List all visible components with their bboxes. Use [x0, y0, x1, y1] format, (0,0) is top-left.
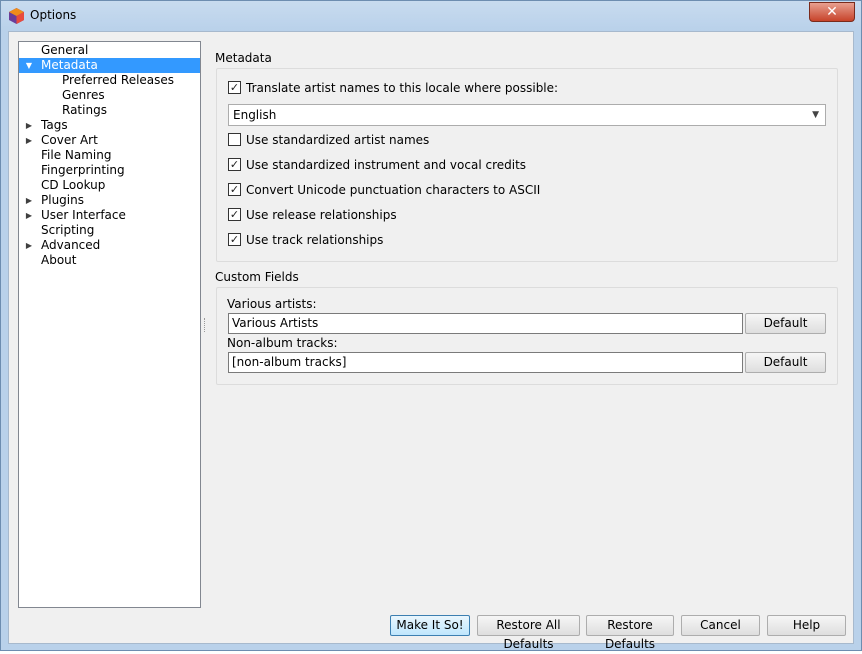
checkbox-box[interactable] — [228, 133, 241, 146]
non-album-tracks-value: [non-album tracks] — [232, 355, 347, 369]
sidebar-item-label: Scripting — [41, 223, 95, 237]
sidebar-item-general[interactable]: General — [39, 43, 90, 58]
expand-right-arrow-icon[interactable]: ▶ — [24, 133, 34, 148]
sidebar-item-label: Plugins — [41, 193, 84, 207]
checkmark-icon[interactable]: ✓ — [228, 208, 241, 221]
metadata-section-title: Metadata — [215, 51, 272, 65]
locale-select-value: English — [233, 108, 277, 122]
expand-right-arrow-icon[interactable]: ▶ — [24, 193, 34, 208]
checkmark-icon[interactable]: ✓ — [228, 183, 241, 196]
close-button[interactable]: ✕ — [809, 2, 855, 22]
sidebar-item-label: Metadata — [41, 58, 98, 72]
picard-app-icon — [9, 8, 24, 24]
various-artists-input[interactable]: Various Artists — [228, 313, 743, 334]
sidebar-item-label: About — [41, 253, 77, 267]
sidebar-item-label: File Naming — [41, 148, 112, 162]
sidebar-item-advanced[interactable]: Advanced — [39, 238, 102, 253]
sidebar-item-label: Advanced — [41, 238, 101, 252]
sidebar-item-label: User Interface — [41, 208, 126, 222]
expand-down-arrow-icon[interactable]: ▼ — [24, 58, 34, 73]
chevron-down-icon: ▼ — [812, 110, 819, 120]
option-label: Use release relationships — [246, 208, 397, 222]
sidebar-item-label: Preferred Releases — [62, 73, 175, 87]
locale-select[interactable]: English ▼ — [228, 104, 826, 126]
non-album-tracks-label: Non-album tracks: — [227, 336, 338, 350]
sidebar-item-preferred-releases[interactable]: Preferred Releases — [60, 73, 176, 88]
sidebar-item-user-interface[interactable]: User Interface — [39, 208, 128, 223]
title-bar[interactable]: Options ✕ — [1, 1, 861, 31]
custom-fields-section-title: Custom Fields — [215, 270, 299, 284]
options-tree[interactable]: General Metadata ▼ Preferred Releases Genres… — [18, 41, 201, 608]
sidebar-item-about[interactable]: About — [39, 253, 78, 268]
sidebar-item-label: Tags — [41, 118, 68, 132]
dialog-body: General Metadata ▼ Preferred Releases Genres… — [8, 31, 854, 651]
sidebar-item-label: CD Lookup — [41, 178, 106, 192]
option-label: Use track relationships — [246, 233, 384, 247]
make-it-so-button[interactable]: Make It So! — [390, 615, 470, 636]
close-icon: ✕ — [826, 4, 838, 20]
option-label: Convert Unicode punctuation characters t… — [246, 183, 541, 197]
expand-right-arrow-icon[interactable]: ▶ — [24, 208, 34, 223]
various-artists-value: Various Artists — [232, 316, 319, 330]
restore-all-defaults-button[interactable]: Restore All Defaults — [477, 615, 580, 651]
sidebar-item-cd-lookup[interactable]: CD Lookup — [39, 178, 107, 193]
sidebar-item-label: Ratings — [62, 103, 107, 117]
various-artists-label: Various artists: — [227, 297, 317, 311]
splitter-handle[interactable] — [204, 318, 206, 332]
option-label: Use standardized artist names — [246, 133, 430, 147]
sidebar-item-ratings[interactable]: Ratings — [60, 103, 109, 118]
non-album-tracks-default-button[interactable]: Default — [745, 352, 826, 373]
sidebar-item-label: Cover Art — [41, 133, 98, 147]
sidebar-item-cover-art[interactable]: Cover Art — [39, 133, 100, 148]
sidebar-item-label: General — [41, 43, 89, 57]
sidebar-item-plugins[interactable]: Plugins — [39, 193, 86, 208]
translate-artist-names-label: Translate artist names to this locale wh… — [246, 81, 559, 95]
various-artists-default-button[interactable]: Default — [745, 313, 826, 334]
checkmark-icon[interactable]: ✓ — [228, 233, 241, 246]
checkmark-icon[interactable]: ✓ — [228, 158, 241, 171]
expand-right-arrow-icon[interactable]: ▶ — [24, 238, 34, 253]
checkbox-box[interactable]: ✓ — [228, 81, 241, 94]
options-window: Options ✕ General Metadata ▼ Preferred Rele… — [0, 0, 862, 651]
expand-right-arrow-icon[interactable]: ▶ — [24, 118, 34, 133]
sidebar-item-label: Fingerprinting — [41, 163, 125, 177]
sidebar-item-scripting[interactable]: Scripting — [39, 223, 96, 238]
window-title: Options — [30, 8, 77, 22]
non-album-tracks-input[interactable]: [non-album tracks] — [228, 352, 743, 373]
sidebar-item-genres[interactable]: Genres — [60, 88, 107, 103]
sidebar-item-metadata[interactable]: Metadata — [39, 58, 100, 73]
sidebar-item-file-naming[interactable]: File Naming — [39, 148, 113, 163]
option-label: Use standardized instrument and vocal cr… — [246, 158, 527, 172]
help-button[interactable]: Help — [767, 615, 846, 636]
restore-defaults-button[interactable]: Restore Defaults — [586, 615, 674, 651]
sidebar-item-tags[interactable]: Tags — [39, 118, 70, 133]
sidebar-item-fingerprinting[interactable]: Fingerprinting — [39, 163, 127, 178]
sidebar-item-label: Genres — [62, 88, 105, 102]
cancel-button[interactable]: Cancel — [681, 615, 760, 636]
